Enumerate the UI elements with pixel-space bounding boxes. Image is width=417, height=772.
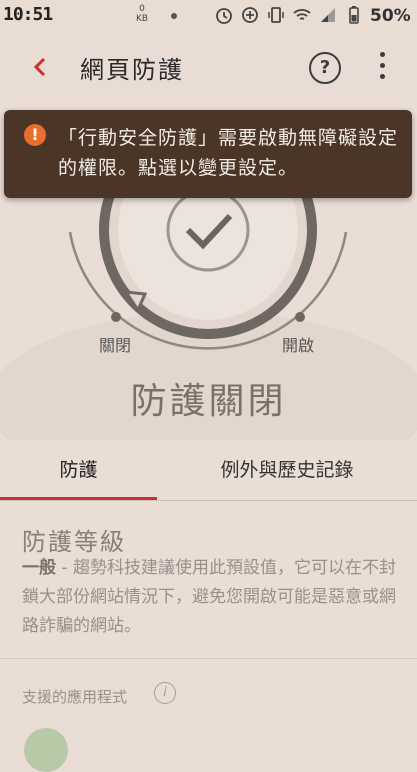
protection-level-name: 一般 (22, 558, 56, 578)
warning-icon: ! (24, 124, 46, 146)
protection-level-description[interactable]: 一般 - 趨勢科技建議使用此預設值，它可以在不封鎖大部份網站情況下，避免您開啟可… (22, 554, 402, 641)
protection-status-text: 防護關閉 (130, 381, 287, 422)
help-button[interactable]: ? (309, 52, 341, 84)
page-title: 網頁防護 (80, 56, 184, 84)
off-label[interactable]: 關閉 (99, 332, 131, 356)
network-rate: 0 KB (136, 4, 148, 24)
app-icon (24, 728, 68, 772)
status-bar: 10:51 0 KB 50% (0, 0, 417, 34)
network-rate-value: 0 (139, 4, 145, 14)
overflow-menu-icon[interactable] (372, 52, 392, 86)
signal-icon (321, 8, 335, 22)
tab-protection[interactable]: 防護 (0, 440, 157, 500)
supported-apps-label: 支援的應用程式 (22, 688, 128, 706)
wifi-icon (293, 9, 311, 20)
battery-percentage: 50% (370, 6, 411, 26)
banner-message: 「行動安全防護」需要啟動無障礙設定的權限。點選以變更設定。 (58, 127, 399, 179)
tab-bar: 防護 例外與歷史記錄 (0, 440, 417, 502)
protection-level-text: - 趨勢科技建議使用此預設值，它可以在不封鎖大部份網站情況下，避免您開啟可能是惡… (22, 558, 396, 636)
tab-exceptions-history[interactable]: 例外與歷史記錄 (157, 440, 417, 500)
alarm-icon (216, 8, 232, 24)
protection-settings: 防護等級 一般 - 趨勢科技建議使用此預設值，它可以在不封鎖大部份網站情況下，避… (0, 502, 417, 772)
app-bar: 網頁防護 ? (0, 34, 417, 102)
tab-divider (0, 500, 417, 501)
notification-dot-icon (171, 13, 177, 19)
battery-icon (349, 6, 359, 24)
status-clock: 10:51 (3, 4, 53, 25)
info-icon[interactable]: i (154, 682, 176, 704)
accessibility-permission-banner[interactable]: ! 「行動安全防護」需要啟動無障礙設定的權限。點選以變更設定。 (4, 110, 412, 198)
off-marker-icon (111, 312, 121, 322)
data-saver-icon (242, 7, 258, 23)
on-label[interactable]: 開啟 (282, 332, 314, 356)
network-rate-unit: KB (136, 14, 149, 24)
on-marker-icon (295, 312, 305, 322)
vibrate-icon (268, 7, 284, 23)
status-icons (214, 5, 364, 25)
back-arrow-icon[interactable] (26, 52, 56, 82)
protection-level-title: 防護等級 (22, 528, 126, 556)
section-divider (0, 658, 417, 659)
